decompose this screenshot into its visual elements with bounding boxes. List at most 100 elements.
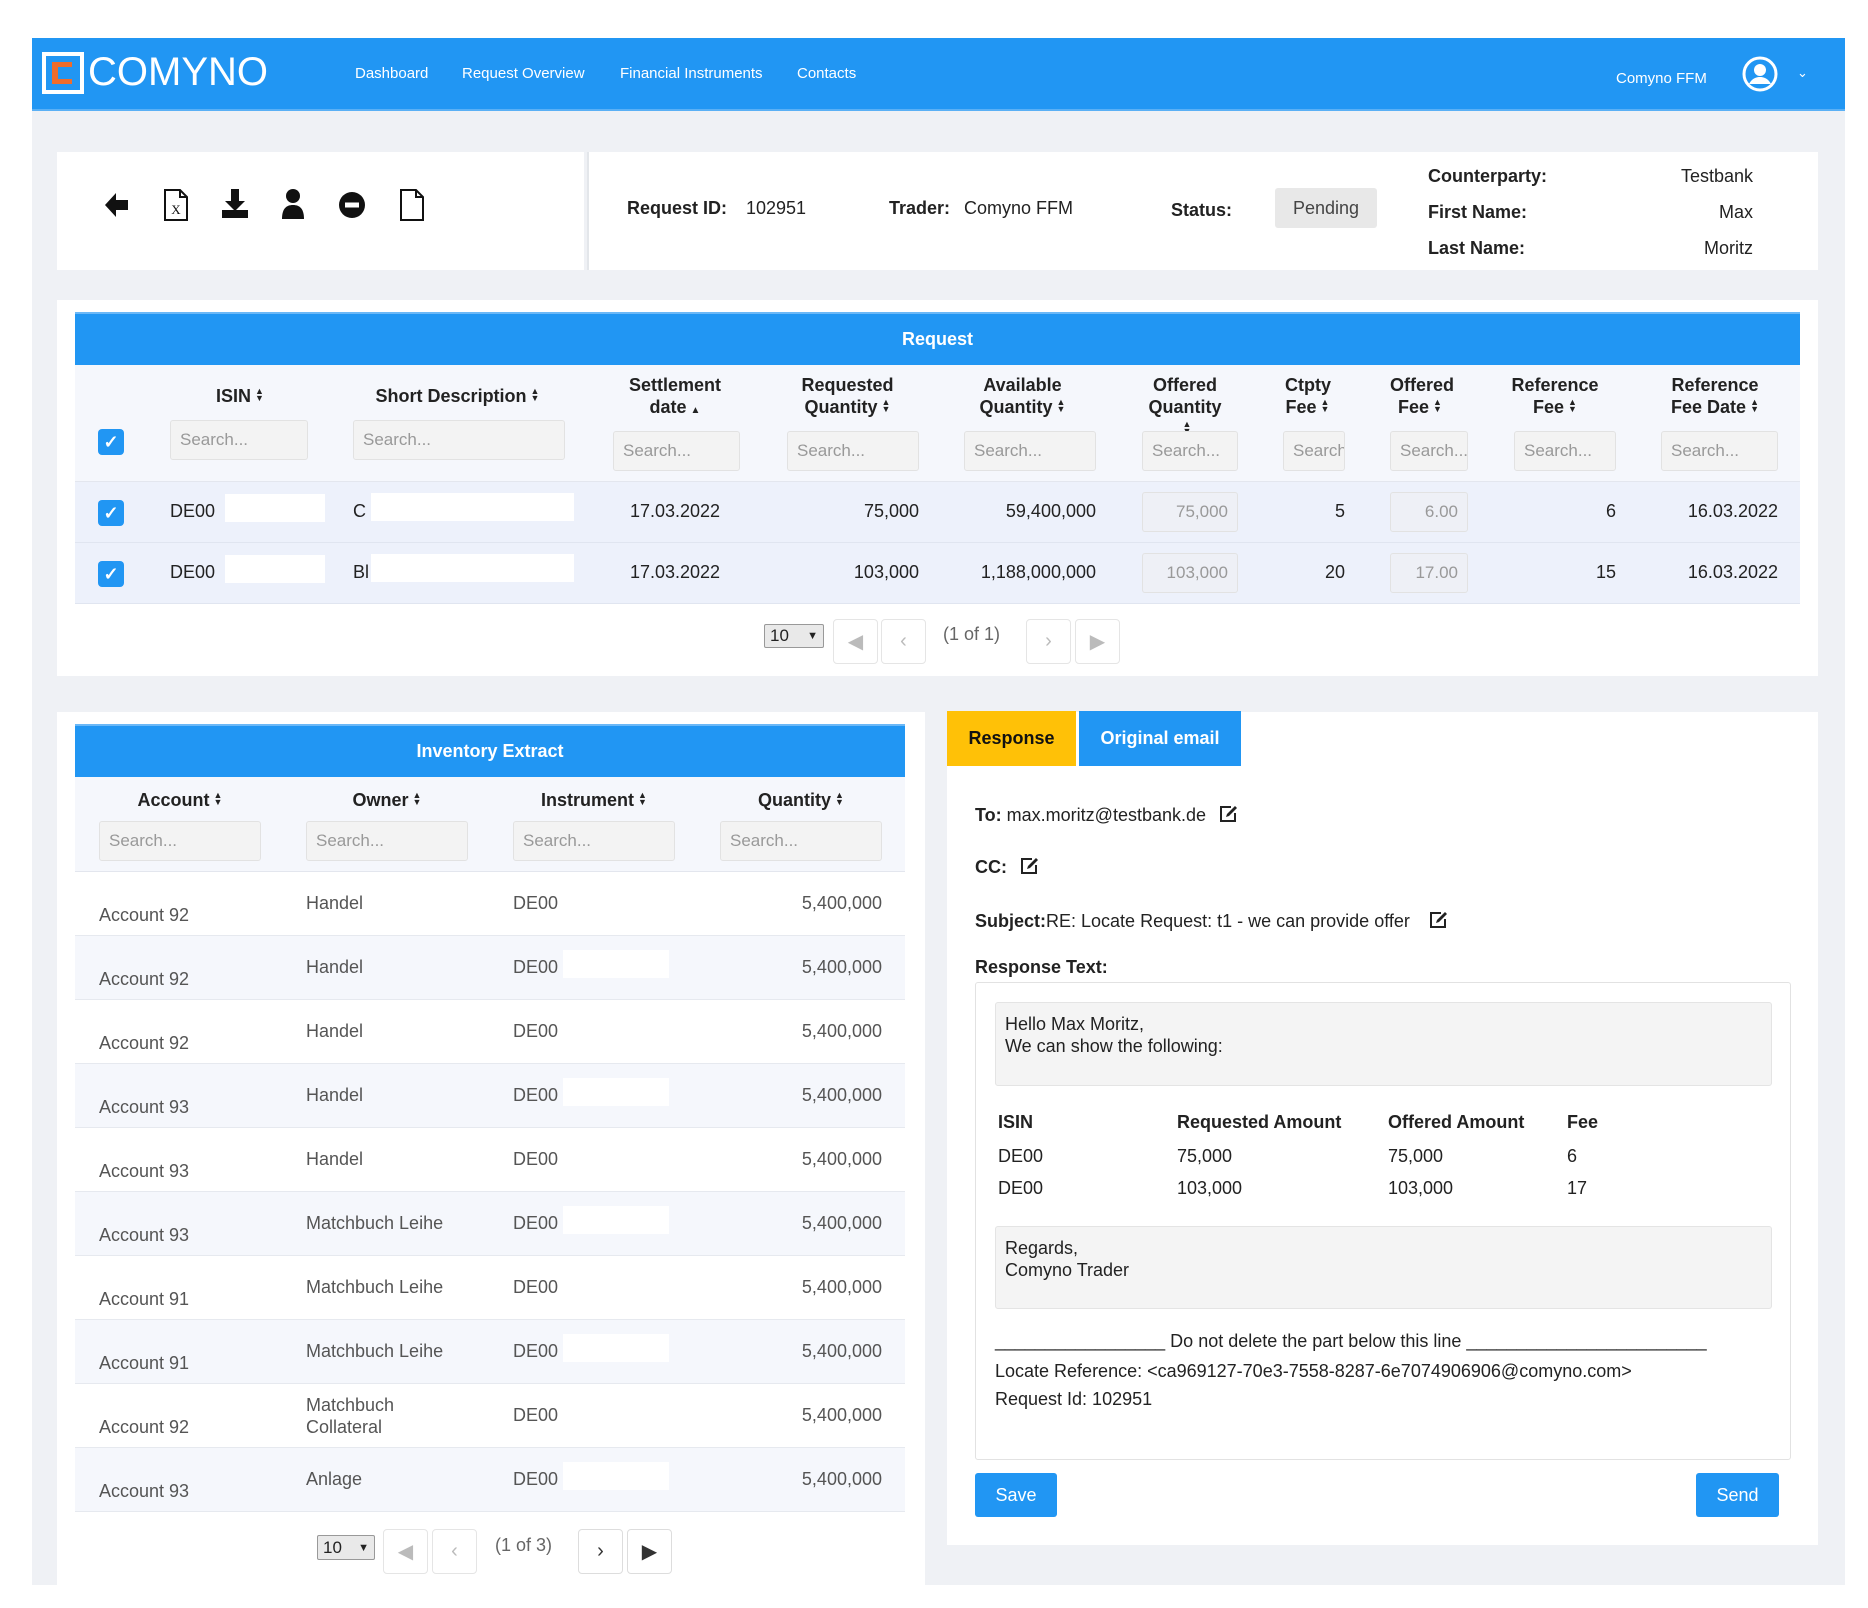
column-search-input[interactable]: Search... (306, 821, 468, 861)
last-page-button[interactable]: ▶︎ (627, 1529, 672, 1574)
offered-fee-input[interactable]: 17.00 (1390, 553, 1468, 593)
user-circle-icon[interactable] (1742, 56, 1778, 92)
first-page-button[interactable]: ◀︎ (383, 1529, 428, 1574)
download-icon[interactable] (220, 188, 250, 220)
table-row[interactable] (75, 1320, 905, 1384)
column-search-input[interactable]: Search... (1283, 431, 1345, 471)
sort-icon[interactable]: ▲▼ (835, 791, 844, 809)
column-header[interactable]: Available Quantity ▲ ▼ (930, 374, 1115, 420)
row-checkbox[interactable]: ✓ (98, 500, 124, 526)
user-icon[interactable] (281, 188, 305, 220)
nav-request-overview[interactable]: Request Overview (462, 65, 585, 82)
send-button[interactable]: Send (1696, 1473, 1779, 1517)
column-search-input[interactable]: Search... (99, 821, 261, 861)
next-page-button[interactable]: › (1026, 619, 1071, 664)
column-header[interactable]: Instrument ▲ ▼ (493, 789, 695, 813)
prev-page-button[interactable]: ‹ (881, 619, 926, 664)
ctpty-fee-cell: 20 (1324, 562, 1345, 582)
table-row[interactable] (75, 543, 1800, 604)
next-page-button[interactable]: › (578, 1529, 623, 1574)
minus-circle-icon[interactable] (338, 191, 366, 219)
edit-icon[interactable] (1020, 857, 1038, 875)
edit-icon[interactable] (1219, 805, 1237, 823)
offered-fee-input[interactable]: 6.00 (1390, 492, 1468, 532)
column-header[interactable]: Reference Fee ▲ ▼ (1480, 374, 1630, 420)
column-search-input[interactable]: Search... (353, 420, 565, 460)
column-header[interactable]: Short Description ▲ ▼ (330, 385, 585, 409)
nav-financial-instruments[interactable]: Financial Instruments (620, 65, 763, 82)
table-row[interactable] (75, 872, 905, 936)
column-search-input[interactable]: Search... (1514, 431, 1616, 471)
sort-icon[interactable]: ▲▼ (1321, 398, 1330, 416)
to-label: To: (975, 805, 1002, 825)
column-header[interactable]: Quantity ▲ ▼ (700, 789, 902, 813)
table-row[interactable] (75, 936, 905, 1000)
column-search-input[interactable]: Search... (964, 431, 1096, 471)
edit-icon[interactable] (1429, 911, 1447, 929)
column-header[interactable]: Ctpty Fee ▲ ▼ (1255, 374, 1360, 420)
available-quantity-cell: 1,188,000,000 (980, 562, 1096, 582)
sort-icon[interactable]: ▲▼ (413, 791, 422, 809)
arrow-left-icon[interactable] (102, 190, 130, 220)
email-table-cell: 6 (1567, 1146, 1578, 1166)
select-all-checkbox[interactable]: ✓ (98, 429, 124, 455)
table-row[interactable] (75, 1256, 905, 1320)
row-checkbox[interactable]: ✓ (98, 561, 124, 587)
sort-icon[interactable]: ▲▼ (531, 387, 540, 405)
table-row[interactable] (75, 1384, 905, 1448)
tab-original-email[interactable]: Original email (1079, 711, 1241, 766)
sort-icon[interactable]: ▲▼ (214, 791, 223, 809)
column-search-input[interactable]: Search... (613, 431, 740, 471)
column-header[interactable]: Offered Fee ▲ ▼ (1360, 374, 1480, 420)
sort-icon[interactable]: ▲▼ (638, 791, 647, 809)
sort-icon[interactable]: ▲▼ (255, 387, 264, 405)
last-page-button[interactable]: ▶︎ (1075, 619, 1120, 664)
column-search-input[interactable]: Search... (1390, 431, 1468, 471)
instrument-cell: DE00 (513, 1277, 559, 1297)
offered-quantity-input[interactable]: 103,000 (1142, 553, 1238, 593)
table-row[interactable] (75, 1064, 905, 1128)
column-search-input[interactable]: Search... (1661, 431, 1778, 471)
table-row[interactable] (75, 1000, 905, 1064)
nav-contacts[interactable]: Contacts (797, 65, 856, 82)
inventory-page-size-select[interactable]: 10 ▼ (317, 1535, 375, 1560)
file-icon[interactable] (399, 188, 425, 222)
closing-block[interactable]: Regards, Comyno Trader (995, 1226, 1772, 1309)
user-name[interactable]: Comyno FFM (1616, 70, 1707, 87)
column-search-input[interactable]: Search... (1142, 431, 1238, 471)
column-header[interactable]: ISIN ▲ ▼ (150, 385, 330, 409)
column-header[interactable]: Account ▲ ▼ (79, 789, 281, 813)
prev-page-button[interactable]: ‹ (432, 1529, 477, 1574)
closing-line: Comyno Trader (1005, 1260, 1130, 1280)
sort-icon[interactable]: ▲▼ (1750, 398, 1759, 416)
column-header[interactable]: Requested Quantity ▲ ▼ (765, 374, 930, 420)
column-search-input[interactable]: Search... (787, 431, 919, 471)
sort-icon[interactable]: ▲▼ (1057, 398, 1066, 416)
first-page-button[interactable]: ◀︎ (833, 619, 878, 664)
offered-quantity-input[interactable]: 75,000 (1142, 492, 1238, 532)
column-header[interactable]: Reference Fee Date ▲ ▼ (1630, 374, 1800, 420)
excel-file-icon[interactable]: X (163, 188, 189, 222)
column-header[interactable]: Owner ▲ ▼ (286, 789, 488, 813)
email-table-header: Requested Amount (1177, 1112, 1342, 1132)
column-header-label: Quantity (758, 790, 832, 810)
sort-asc-icon[interactable]: ▲ (691, 405, 701, 416)
chevron-down-icon[interactable]: ⌄ (1797, 65, 1808, 81)
logo[interactable]: COMYNO (42, 50, 268, 95)
table-row[interactable] (75, 1192, 905, 1256)
table-row[interactable] (75, 1448, 905, 1512)
column-search-input[interactable]: Search... (513, 821, 675, 861)
greeting-block[interactable]: Hello Max Moritz, We can show the follow… (995, 1002, 1772, 1086)
sort-icon[interactable]: ▲▼ (1568, 398, 1577, 416)
sort-icon[interactable]: ▲▼ (1433, 398, 1442, 416)
tab-response[interactable]: Response (947, 711, 1076, 766)
column-search-input[interactable]: Search... (720, 821, 882, 861)
nav-dashboard[interactable]: Dashboard (355, 65, 428, 82)
table-row[interactable] (75, 482, 1800, 543)
table-row[interactable] (75, 1128, 905, 1192)
sort-icon[interactable]: ▲▼ (882, 398, 891, 416)
request-page-size-select[interactable]: 10 ▼ (764, 624, 824, 648)
save-button[interactable]: Save (975, 1473, 1057, 1517)
column-header[interactable]: Settlement date ▲ (585, 374, 765, 422)
column-search-input[interactable]: Search... (170, 420, 308, 460)
